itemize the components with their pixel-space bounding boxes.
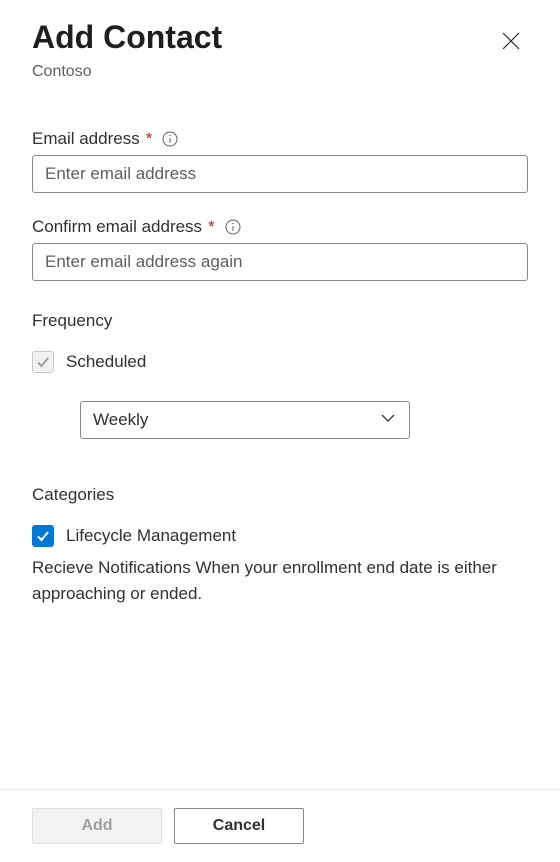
frequency-dropdown[interactable]: Weekly bbox=[80, 401, 410, 439]
add-button[interactable]: Add bbox=[32, 808, 162, 844]
categories-label: Categories bbox=[32, 485, 528, 505]
required-mark: * bbox=[208, 217, 215, 237]
frequency-label: Frequency bbox=[32, 311, 528, 331]
info-icon[interactable] bbox=[225, 219, 241, 235]
panel-header: Add Contact bbox=[32, 18, 528, 61]
frequency-dropdown-value: Weekly bbox=[93, 410, 148, 430]
scheduled-label: Scheduled bbox=[66, 352, 146, 372]
lifecycle-checkbox[interactable] bbox=[32, 525, 54, 547]
email-label-row: Email address * bbox=[32, 129, 528, 149]
panel-subtitle: Contoso bbox=[32, 63, 528, 81]
required-mark: * bbox=[146, 129, 153, 149]
add-contact-panel: Add Contact Contoso Email address * bbox=[0, 0, 560, 862]
panel-footer: Add Cancel bbox=[0, 789, 560, 862]
info-icon[interactable] bbox=[162, 131, 178, 147]
lifecycle-label: Lifecycle Management bbox=[66, 526, 236, 546]
email-label: Email address bbox=[32, 129, 140, 149]
panel-title: Add Contact bbox=[32, 18, 222, 56]
cancel-button[interactable]: Cancel bbox=[174, 808, 304, 844]
confirm-email-label-row: Confirm email address * bbox=[32, 217, 528, 237]
close-icon bbox=[502, 38, 520, 53]
confirm-email-field-group: Confirm email address * bbox=[32, 217, 528, 281]
confirm-email-input[interactable] bbox=[32, 243, 528, 281]
lifecycle-row: Lifecycle Management bbox=[32, 525, 528, 547]
categories-section: Categories Lifecycle Management Recieve … bbox=[32, 479, 528, 606]
confirm-email-label: Confirm email address bbox=[32, 217, 202, 237]
email-input[interactable] bbox=[32, 155, 528, 193]
email-field-group: Email address * bbox=[32, 129, 528, 193]
close-button[interactable] bbox=[494, 24, 528, 61]
chevron-down-icon bbox=[379, 409, 397, 432]
scheduled-row: Scheduled bbox=[32, 351, 528, 373]
scheduled-checkbox bbox=[32, 351, 54, 373]
lifecycle-description: Recieve Notifications When your enrollme… bbox=[32, 555, 528, 606]
